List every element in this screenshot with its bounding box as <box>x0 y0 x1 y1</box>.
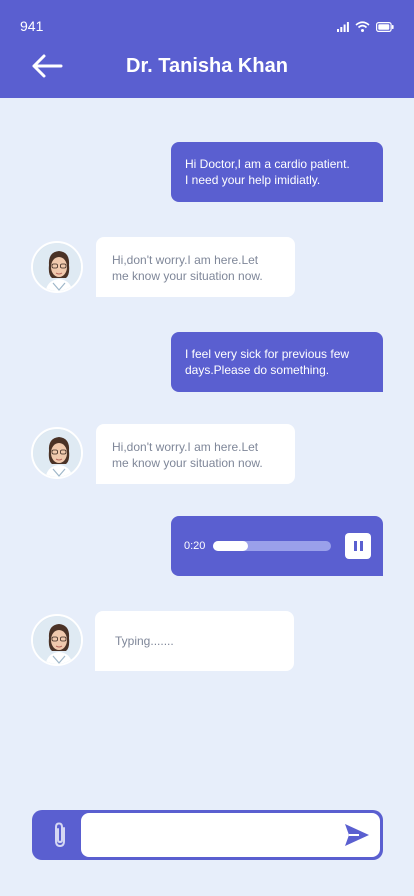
message-text: I feel very sick for previous few days.P… <box>185 347 350 377</box>
message-composer <box>32 810 383 860</box>
send-icon[interactable] <box>343 822 371 848</box>
typing-indicator: Typing....... <box>95 611 294 671</box>
doctor-avatar <box>31 614 83 666</box>
pause-icon <box>353 541 357 551</box>
app-header: 941 Dr. Tanisha Khan <box>0 0 414 98</box>
voice-progress-track[interactable] <box>213 541 331 551</box>
battery-icon <box>376 21 394 32</box>
message-text: Hi,don't worry.I am here.Let me know you… <box>112 440 263 470</box>
message-input[interactable] <box>81 813 380 857</box>
doctor-avatar <box>31 241 83 293</box>
message-text: Hi,don't worry.I am here.Let me know you… <box>112 253 263 283</box>
paperclip-icon[interactable] <box>48 821 72 849</box>
pause-button[interactable] <box>345 533 371 559</box>
incoming-message: Hi,don't worry.I am here.Let me know you… <box>96 237 295 297</box>
outgoing-message: I feel very sick for previous few days.P… <box>171 332 383 392</box>
typing-text: Typing....... <box>115 634 174 648</box>
page-title: Dr. Tanisha Khan <box>126 55 288 77</box>
status-icons <box>337 21 394 32</box>
signal-icon <box>337 21 349 32</box>
outgoing-message: Hi Doctor,I am a cardio patient. I need … <box>171 142 383 202</box>
wifi-icon <box>355 21 370 32</box>
message-text: Hi Doctor,I am a cardio patient. I need … <box>185 157 350 187</box>
doctor-avatar <box>31 427 83 479</box>
voice-progress-fill <box>213 541 249 551</box>
voice-duration: 0:20 <box>184 540 206 552</box>
pause-icon <box>359 541 363 551</box>
status-time: 941 <box>20 18 44 34</box>
incoming-message: Hi,don't worry.I am here.Let me know you… <box>96 424 295 484</box>
voice-message: 0:20 <box>171 516 383 576</box>
